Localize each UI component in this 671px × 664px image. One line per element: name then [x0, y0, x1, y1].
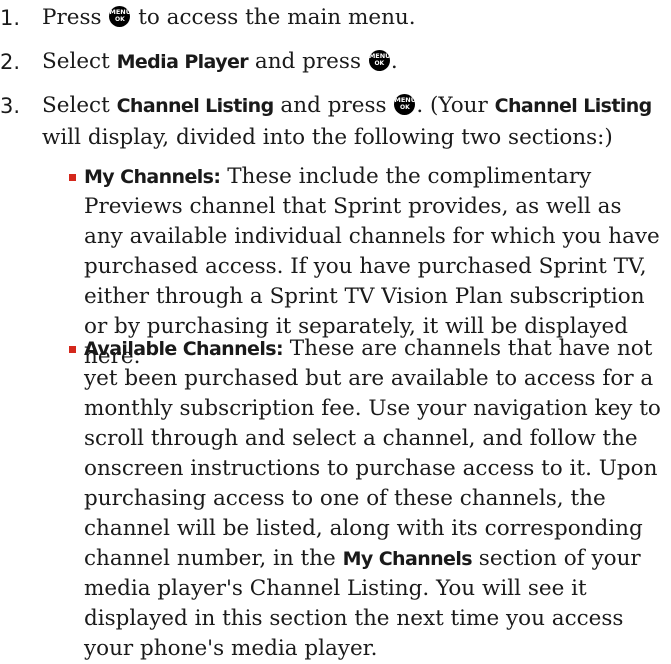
channel-listing-label: Channel Listing — [116, 95, 275, 117]
bullet-square-icon — [69, 174, 76, 181]
my-channels-label: My Channels — [342, 548, 473, 570]
step-text: Press MENU OK to access the main menu. — [42, 5, 416, 30]
bullet-square-icon — [69, 346, 76, 353]
bullet-text: These are channels that have not yet bee… — [84, 336, 661, 571]
menu-ok-key-icon: MENU OK — [368, 50, 390, 71]
menu-ok-key-icon: MENU OK — [394, 94, 416, 115]
step-number: 3. — [0, 94, 21, 118]
channel-listing-label: Channel Listing — [494, 95, 653, 117]
bullet-available-channels: Available Channels: These are channels t… — [69, 334, 664, 664]
step-text: Select Media Player and press MENU OK. — [42, 49, 398, 74]
step-number: 1. — [0, 6, 21, 30]
bullet-term: My Channels: — [84, 166, 221, 188]
media-player-label: Media Player — [116, 51, 249, 73]
menu-ok-key-icon: MENU OK — [109, 6, 131, 27]
step-text: Select Channel Listing and press MENU OK.… — [42, 93, 653, 150]
step-number: 2. — [0, 50, 21, 74]
bullet-term: Available Channels: — [84, 338, 284, 360]
